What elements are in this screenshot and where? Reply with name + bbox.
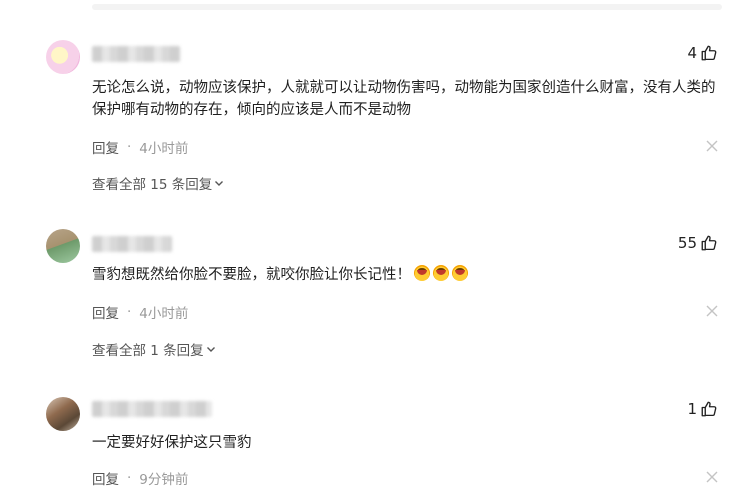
- reply-button[interactable]: 回复: [92, 468, 119, 488]
- comment-text-row: 雪豹想既然给你脸不要脸，就咬你脸让你长记性！: [92, 264, 722, 286]
- chevron-down-icon: [215, 181, 224, 186]
- comment-meta: 回复 · 4小时前: [92, 302, 188, 322]
- like-count: 1: [687, 400, 697, 418]
- previous-content-edge: [0, 0, 752, 12]
- view-all-replies-label: 查看全部 1 条回复: [92, 343, 204, 359]
- avatar[interactable]: [46, 397, 80, 431]
- comment-text: 一定要好好保护这只雪豹: [92, 435, 252, 451]
- timestamp: 4小时前: [139, 141, 189, 157]
- laughing-emoji-icon: [433, 265, 449, 281]
- thumb-up-icon: [701, 45, 717, 61]
- username-blurred[interactable]: [92, 46, 180, 62]
- close-icon[interactable]: [706, 305, 718, 317]
- reply-button[interactable]: 回复: [92, 137, 119, 157]
- laughing-emoji-icon: [452, 265, 468, 281]
- comment-text: 无论怎么说，动物应该保护，人就就可以让动物伤害吗，动物能为国家创造什么财富，没有…: [92, 80, 716, 118]
- close-icon[interactable]: [706, 140, 718, 152]
- like-button[interactable]: 4: [687, 44, 718, 62]
- view-all-replies-button[interactable]: 查看全部 15 条回复: [92, 173, 224, 193]
- username-blurred[interactable]: [92, 401, 212, 417]
- thumb-up-icon: [701, 235, 717, 251]
- comment-meta: 回复 · 4小时前: [92, 137, 188, 157]
- laughing-emoji-icon: [414, 265, 430, 281]
- separator-dot: ·: [127, 470, 132, 486]
- view-all-replies-button[interactable]: 查看全部 1 条回复: [92, 339, 216, 359]
- timestamp: 4小时前: [139, 306, 189, 322]
- like-count: 4: [687, 44, 697, 62]
- like-button[interactable]: 55: [678, 234, 718, 252]
- comment-meta: 回复 · 9分钟前: [92, 468, 188, 488]
- like-count: 55: [677, 234, 697, 252]
- view-all-replies-label: 查看全部 15 条回复: [92, 177, 213, 193]
- timestamp: 9分钟前: [139, 472, 189, 488]
- separator-dot: ·: [127, 139, 132, 155]
- like-button[interactable]: 1: [687, 400, 718, 418]
- reply-button[interactable]: 回复: [92, 302, 119, 322]
- chevron-down-icon: [206, 347, 215, 352]
- comment-text: 雪豹想既然给你脸不要脸，就咬你脸让你长记性！: [92, 267, 411, 283]
- avatar[interactable]: [46, 40, 80, 74]
- thumb-up-icon: [701, 401, 717, 417]
- avatar[interactable]: [46, 229, 80, 263]
- separator-dot: ·: [127, 304, 132, 320]
- close-icon[interactable]: [706, 471, 718, 483]
- username-blurred[interactable]: [92, 236, 172, 252]
